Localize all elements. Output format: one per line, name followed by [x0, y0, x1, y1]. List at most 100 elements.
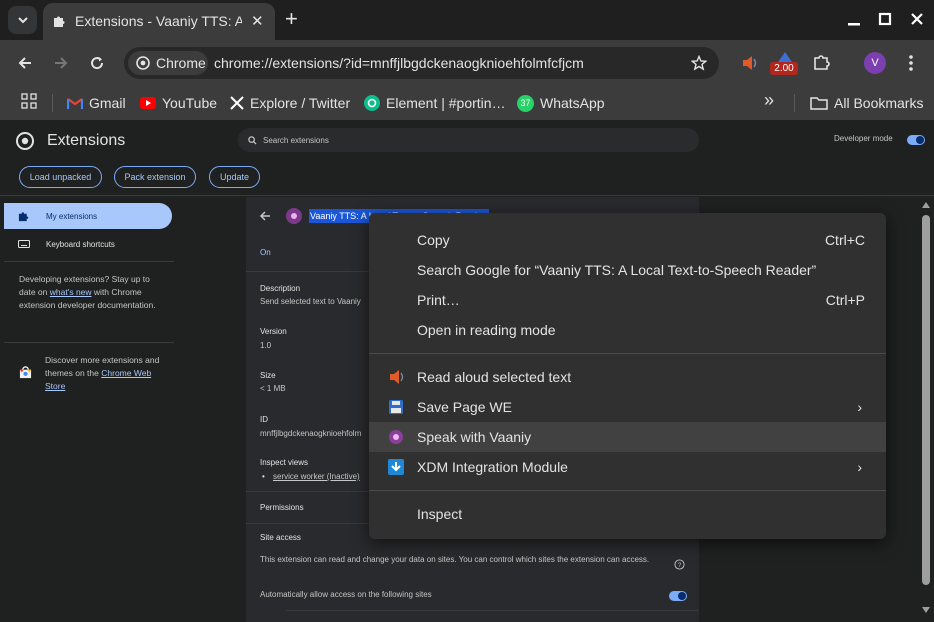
read-aloud-icon	[390, 370, 404, 384]
tab-close-button[interactable]: ✕	[251, 12, 264, 30]
reload-icon[interactable]	[89, 55, 105, 71]
search-icon	[248, 135, 257, 145]
menu-item-reading-mode[interactable]: Open in reading mode	[369, 315, 886, 345]
maximize-icon[interactable]	[876, 10, 894, 28]
menu-label: Copy	[417, 232, 450, 248]
bookmark-label: Gmail	[89, 95, 126, 111]
whats-new-link[interactable]: what's new	[50, 287, 92, 297]
bookmark-gmail[interactable]: Gmail	[67, 93, 126, 113]
tab-title: Extensions - Vaaniy TTS: A Local Text-to…	[75, 13, 242, 29]
bookmark-whatsapp[interactable]: 37 WhatsApp	[517, 93, 605, 113]
chrome-logo-icon	[16, 132, 34, 150]
menu-label: Save Page WE	[417, 399, 512, 415]
scroll-thumb[interactable]	[922, 215, 930, 585]
scroll-up-icon[interactable]	[922, 202, 930, 208]
keyboard-icon	[18, 240, 30, 248]
menu-label: XDM Integration Module	[417, 459, 568, 475]
load-unpacked-button[interactable]: Load unpacked	[19, 166, 102, 188]
extensions-puzzle-icon[interactable]	[813, 53, 831, 71]
version-label: Version	[260, 327, 287, 336]
update-button[interactable]: Update	[209, 166, 260, 188]
description-label: Description	[260, 284, 301, 293]
tab-search-button[interactable]	[8, 6, 37, 34]
chevron-down-icon	[17, 17, 28, 24]
menu-separator	[369, 490, 886, 491]
close-window-icon[interactable]	[908, 10, 926, 28]
star-icon[interactable]	[691, 55, 707, 71]
menu-label: Speak with Vaaniy	[417, 429, 532, 445]
address-bar[interactable]: Chrome chrome://extensions/?id=mnffjlbgd…	[124, 47, 719, 79]
speed-extension-button[interactable]: 2.00	[770, 50, 798, 76]
menu-item-inspect[interactable]: Inspect	[369, 499, 886, 529]
id-value: mnffjlbgdckenaogknioehfolm	[260, 429, 362, 438]
search-extensions-input[interactable]: Search extensions	[238, 128, 699, 152]
url-text[interactable]: chrome://extensions/?id=mnffjlbgdckenaog…	[214, 55, 584, 71]
id-label: ID	[260, 415, 268, 424]
vaaniy-logo-icon	[286, 208, 302, 224]
help-icon[interactable]: ?	[674, 559, 685, 570]
whatsapp-icon: 37	[517, 94, 534, 112]
site-access-text: This extension can read and change your …	[260, 555, 650, 564]
bookmark-youtube[interactable]: YouTube	[140, 93, 217, 113]
menu-item-copy[interactable]: Copy Ctrl+C	[369, 225, 886, 255]
size-value: < 1 MB	[260, 384, 286, 393]
bookmarks-overflow-button[interactable]: »	[764, 90, 774, 111]
bullet: •	[262, 472, 265, 481]
service-worker-link[interactable]: service worker (Inactive)	[273, 472, 360, 481]
search-placeholder: Search extensions	[263, 135, 329, 145]
scroll-down-icon[interactable]	[922, 607, 930, 613]
developer-mode-toggle[interactable]	[907, 135, 925, 145]
tab-extensions[interactable]: Extensions - Vaaniy TTS: A Local Text-to…	[43, 3, 275, 40]
menu-item-read-aloud[interactable]: Read aloud selected text	[369, 362, 886, 392]
size-label: Size	[260, 371, 276, 380]
page-scrollbar[interactable]	[918, 197, 934, 622]
gmail-icon	[67, 97, 83, 109]
all-bookmarks-label: All Bookmarks	[834, 95, 924, 111]
back-arrow-icon[interactable]	[259, 210, 271, 222]
back-arrow-icon[interactable]	[17, 55, 33, 71]
site-info-chip[interactable]: Chrome	[128, 51, 208, 75]
new-tab-button[interactable]: +	[285, 8, 298, 30]
sidebar-item-keyboard-shortcuts[interactable]: Keyboard shortcuts	[4, 233, 172, 255]
developer-info-text: Developing extensions? Stay up to date o…	[19, 273, 159, 312]
menu-item-print[interactable]: Print… Ctrl+P	[369, 285, 886, 315]
forward-arrow-icon[interactable]	[53, 55, 69, 71]
all-bookmarks-button[interactable]: All Bookmarks	[810, 93, 923, 113]
minimize-icon[interactable]	[845, 10, 863, 28]
bookmark-label: WhatsApp	[540, 95, 605, 111]
discover-text: Discover more extensions and themes on t…	[45, 354, 170, 393]
site-access-label: Site access	[260, 533, 301, 542]
menu-label: Read aloud selected text	[417, 369, 572, 385]
bookmark-label: Element | #portin…	[386, 95, 506, 111]
apps-grid-icon[interactable]	[21, 93, 37, 109]
sidebar-divider	[4, 261, 174, 262]
bookmark-element[interactable]: Element | #portin…	[364, 93, 506, 113]
bookmarks-divider	[52, 94, 53, 112]
card-divider	[286, 610, 699, 611]
sidebar-item-my-extensions[interactable]: My extensions	[4, 203, 172, 229]
version-value: 1.0	[260, 341, 272, 350]
web-store-icon	[19, 366, 32, 379]
bookmark-label: Explore / Twitter	[250, 95, 351, 111]
menu-label: Open in reading mode	[417, 322, 556, 338]
menu-shortcut: Ctrl+C	[824, 232, 865, 248]
menu-item-speak-vaaniy[interactable]: Speak with Vaaniy	[369, 422, 886, 452]
puzzle-icon	[18, 212, 29, 222]
menu-item-search-google[interactable]: Search Google for “Vaaniy TTS: A Local T…	[369, 255, 886, 285]
vaaniy-gear-icon	[389, 430, 403, 444]
sidebar-divider	[4, 342, 174, 343]
read-aloud-extension-icon[interactable]	[740, 54, 758, 72]
more-menu-icon[interactable]	[903, 54, 919, 72]
element-icon	[364, 95, 380, 111]
menu-item-save-page[interactable]: Save Page WE ›	[369, 392, 886, 422]
sidebar-item-label: My extensions	[46, 211, 98, 221]
auto-allow-toggle[interactable]	[669, 591, 687, 601]
menu-label: Inspect	[417, 506, 463, 522]
toolbar: Chrome chrome://extensions/?id=mnffjlbgd…	[0, 40, 934, 86]
menu-item-xdm[interactable]: XDM Integration Module ›	[369, 452, 886, 482]
bookmarks-bar: Gmail YouTube Explore / Twitter Element …	[0, 86, 934, 120]
menu-label: Print…	[417, 292, 460, 308]
profile-avatar[interactable]: V	[864, 52, 886, 74]
bookmark-twitter[interactable]: Explore / Twitter	[230, 93, 350, 113]
pack-extension-button[interactable]: Pack extension	[114, 166, 196, 188]
